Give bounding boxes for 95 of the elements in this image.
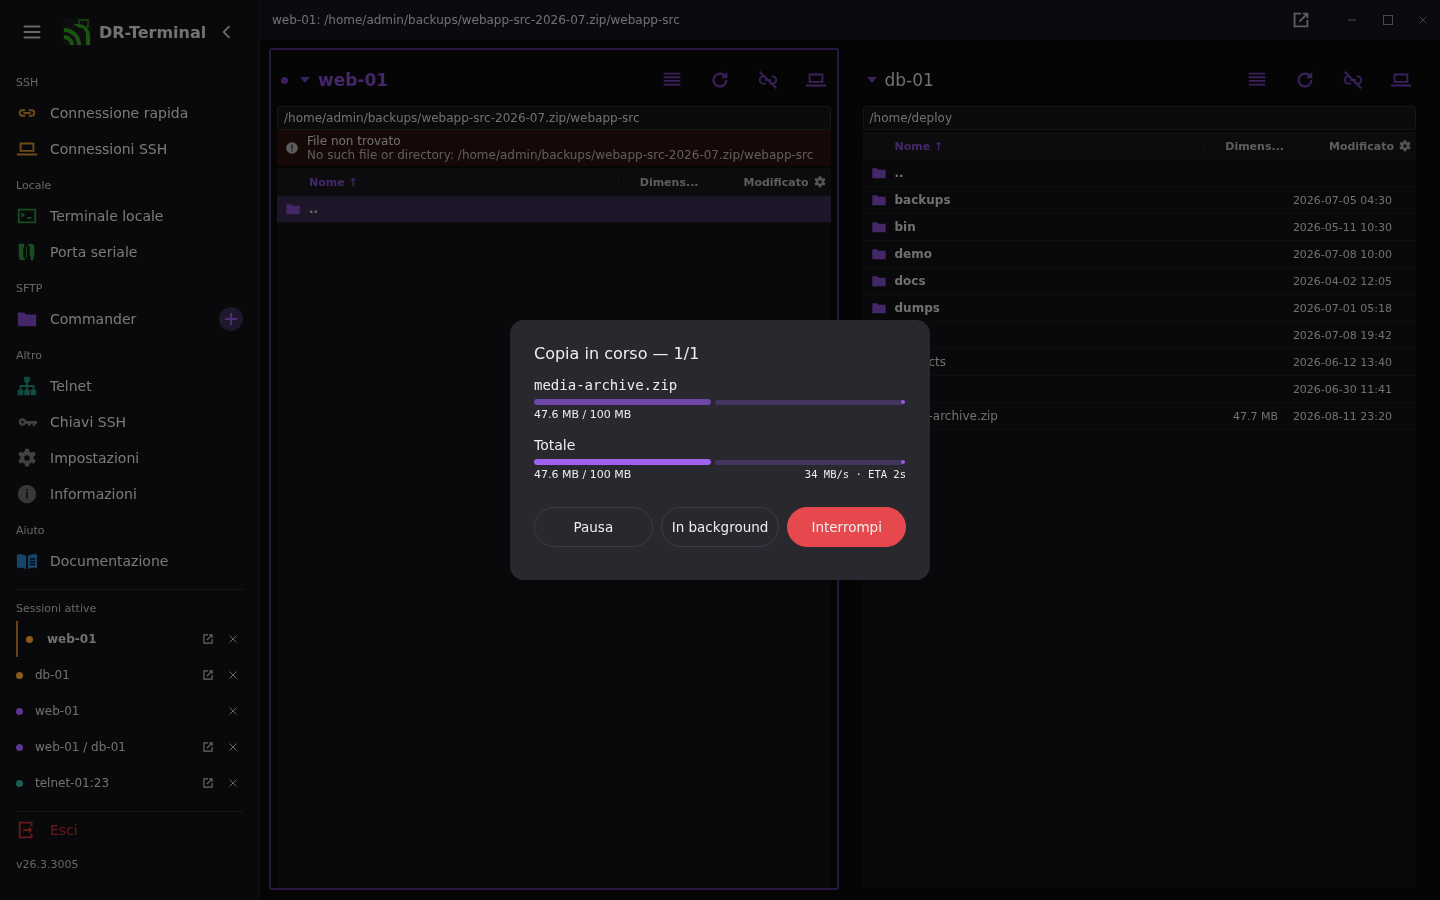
nav-item[interactable]: Telnet [16, 368, 243, 404]
file-name: backups [894, 193, 951, 207]
window-title: web-01: /home/admin/backups/webapp-src-2026-07.zip/webapp-src [272, 13, 681, 27]
nav-item[interactable]: Chiavi SSH [16, 404, 243, 440]
modified-date: 2026-06-12 13:40 [1292, 355, 1392, 369]
folder-icon [870, 192, 887, 208]
file-name: docs [894, 274, 926, 288]
external-link-icon[interactable] [201, 776, 215, 790]
file-row[interactable]: .. [862, 160, 1416, 187]
settings-icon[interactable] [1398, 139, 1412, 153]
close-icon[interactable] [1418, 15, 1428, 25]
file-row[interactable]: .. [277, 196, 831, 223]
file-row[interactable]: demo 2026-07-08 10:00 [862, 241, 1416, 268]
nav-item[interactable]: Documentazione [16, 543, 243, 579]
unlink-icon[interactable] [756, 69, 779, 91]
folder-icon [870, 300, 887, 316]
section-heading: SSH [16, 76, 40, 89]
session-item[interactable]: telnet-01:23 [16, 765, 243, 801]
total-label: Totale [534, 437, 577, 453]
modified-date: 2026-08-11 23:20 [1292, 409, 1392, 423]
network-icon [16, 375, 38, 397]
transfer-rate: 34 MB/s · ETA 2s [804, 468, 906, 480]
external-link-icon[interactable] [201, 740, 215, 754]
external-link-icon[interactable] [201, 668, 215, 682]
column-header[interactable]: Modificato [1294, 139, 1398, 153]
dropdown-icon[interactable] [866, 77, 877, 83]
file-name: demo [894, 247, 932, 261]
file-name: dumps [894, 301, 940, 315]
nav-item[interactable]: Terminale locale [16, 198, 243, 234]
section-heading: Aiuto [16, 524, 46, 537]
progress-reading: 47.6 MB / 100 MB [534, 408, 633, 421]
session-item[interactable]: web-01 [16, 621, 243, 657]
settings-icon[interactable] [812, 175, 827, 189]
section-heading: SFTP [16, 282, 44, 295]
nav-item[interactable]: Informazioni [16, 476, 243, 512]
warning-icon [285, 141, 299, 155]
section-heading: Altro [16, 349, 43, 362]
info-icon [16, 483, 38, 505]
gear-icon [16, 447, 38, 469]
add-icon[interactable] [219, 307, 243, 331]
column-header[interactable]: Modificato [708, 175, 813, 189]
close-icon[interactable] [227, 741, 239, 753]
folder-icon [870, 219, 887, 235]
nav-item[interactable]: Impostazioni [16, 440, 243, 476]
column-header[interactable]: Dimens... [617, 175, 709, 189]
file-row[interactable]: backups 2026-07-05 04:30 [862, 187, 1416, 214]
close-icon[interactable] [227, 705, 239, 717]
session-item[interactable]: web-01 / db-01 [16, 729, 243, 765]
section-heading: Locale [16, 179, 53, 192]
close-icon[interactable] [227, 669, 239, 681]
maximize-icon[interactable] [1382, 14, 1394, 26]
folder-icon [870, 246, 887, 262]
nav-item[interactable]: Commander [16, 301, 219, 337]
file-name: .. [894, 166, 904, 180]
stop-button[interactable]: Interrompi [787, 507, 906, 547]
error-message: No such file or directory: /home/admin/backups/webapp-src-2026-07.zip/webapp-src [307, 148, 814, 162]
version-label: v26.3.3005 [16, 858, 80, 871]
app-title: DR-Terminal [99, 22, 208, 42]
folder-icon [870, 165, 887, 181]
file-name: media-archive.zip [534, 377, 679, 393]
modified-date: 2026-04-02 12:05 [1292, 274, 1392, 288]
nav-item[interactable]: Connessione rapida [16, 95, 243, 131]
host-name[interactable]: db-01 [884, 70, 934, 90]
section-heading: Sessioni attive [16, 602, 98, 615]
path-field[interactable]: /home/admin/backups/webapp-src-2026-07.zip/webapp-src [277, 106, 831, 130]
path-field[interactable]: /home/deploy [862, 106, 1416, 130]
file-name: -archive.zip [928, 409, 998, 423]
logo-icon [63, 18, 91, 46]
file-size: 47.7 MB [1232, 409, 1278, 423]
unlink-icon[interactable] [1342, 69, 1364, 91]
modified-date: 2026-05-11 10:30 [1292, 220, 1392, 234]
modified-date: 2026-07-01 05:18 [1292, 301, 1392, 315]
modified-date: 2026-07-08 10:00 [1292, 247, 1392, 261]
file-name: bin [894, 220, 916, 234]
file-name: .. [309, 202, 319, 216]
modified-date: 2026-06-30 11:41 [1292, 382, 1392, 396]
column-header[interactable]: Dimens... [1203, 139, 1294, 153]
external-link-icon[interactable] [201, 632, 215, 646]
modified-date: 2026-07-08 19:42 [1292, 328, 1392, 342]
session-item[interactable]: db-01 [16, 657, 243, 693]
error-title: File non trovato [307, 134, 402, 148]
file-row[interactable]: docs 2026-04-02 12:05 [862, 268, 1416, 295]
close-icon[interactable] [227, 633, 239, 645]
close-icon[interactable] [227, 777, 239, 789]
file-row[interactable]: bin 2026-05-11 10:30 [862, 214, 1416, 241]
progress-reading: 47.6 MB / 100 MB [534, 468, 632, 481]
dropdown-icon[interactable] [300, 77, 310, 83]
session-item[interactable]: web-01 [16, 693, 243, 729]
dialog-title: Copia in corso — 1/1 [534, 344, 701, 363]
nav-item[interactable]: Porta seriale [16, 234, 243, 270]
folder-icon [285, 201, 301, 217]
active-dot [281, 76, 288, 84]
modified-date: 2026-07-05 04:30 [1292, 193, 1392, 207]
nav-item[interactable]: Connessioni SSH [16, 131, 243, 167]
folder-icon [870, 273, 887, 289]
